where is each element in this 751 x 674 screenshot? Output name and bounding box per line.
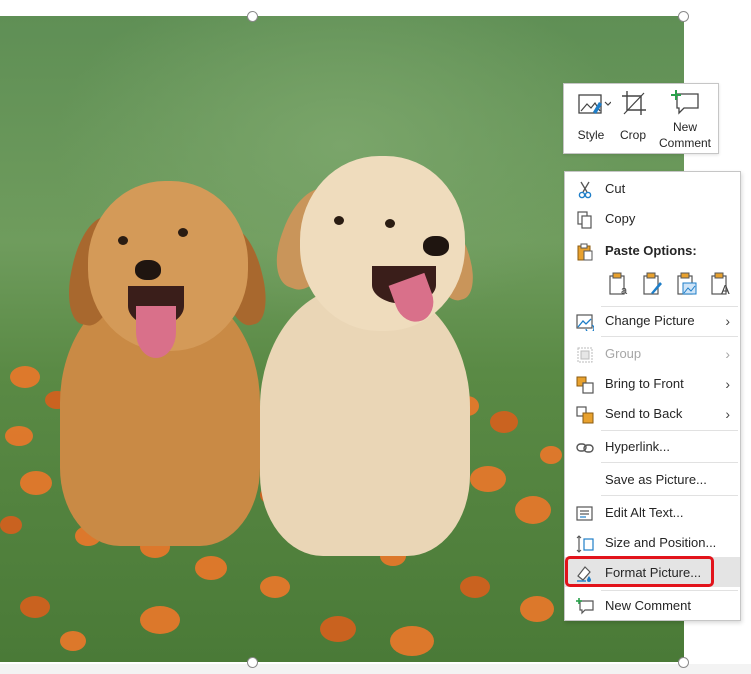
menu-label-copy: Copy [605, 211, 636, 226]
paste-keep-text-only-icon[interactable]: A [710, 272, 732, 296]
resize-handle-top[interactable] [247, 11, 258, 22]
chevron-right-icon: › [725, 376, 730, 392]
picture-style-icon [578, 94, 611, 114]
flower [260, 576, 290, 598]
menu-label-size-and-position: Size and Position... [605, 535, 717, 550]
menu-item-size-and-position[interactable]: Size and Position... [565, 529, 740, 557]
copy-icon [577, 211, 592, 229]
flower [540, 446, 562, 464]
new-comment-icon [671, 90, 699, 115]
flower [520, 596, 554, 622]
bring-to-front-icon [576, 376, 594, 394]
menu-item-group: Group › [565, 340, 740, 368]
left-puppy-tongue [136, 306, 176, 358]
send-to-back-icon [576, 406, 594, 424]
flower [195, 556, 227, 580]
flower [490, 411, 518, 433]
paste-use-destination-theme-icon[interactable]: a [608, 272, 630, 296]
mini-toolbar: Style Crop New Comment [563, 83, 719, 154]
chevron-right-icon: › [725, 346, 730, 362]
group-icon [577, 347, 593, 363]
new-comment-label-line1: New [672, 120, 697, 134]
menu-label-change-picture: Change Picture [605, 313, 695, 328]
menu-item-save-as-picture[interactable]: Save as Picture... [565, 466, 740, 494]
flower [60, 631, 86, 651]
style-button[interactable]: Style [568, 84, 614, 154]
flower [390, 626, 434, 656]
new-comment-icon [576, 598, 594, 615]
alt-text-icon [576, 506, 593, 521]
menu-label-group: Group [605, 346, 642, 361]
svg-text:A: A [721, 282, 730, 296]
flower [0, 516, 22, 534]
change-picture-icon [576, 314, 594, 331]
right-puppy-nose [423, 236, 449, 256]
left-puppy-eye [178, 228, 188, 237]
flower [515, 496, 551, 524]
menu-separator [601, 430, 738, 431]
size-position-icon [576, 535, 594, 553]
menu-label-cut: Cut [605, 181, 626, 196]
resize-handle-top-right[interactable] [678, 11, 689, 22]
menu-separator [601, 495, 738, 496]
menu-label-bring-to-front: Bring to Front [605, 376, 684, 391]
new-comment-label-line2: Comment [658, 136, 711, 150]
scissors-icon [578, 181, 592, 199]
menu-item-edit-alt-text[interactable]: Edit Alt Text... [565, 499, 740, 527]
style-label: Style [577, 128, 605, 142]
flower [460, 576, 490, 598]
menu-separator [601, 336, 738, 337]
right-puppy-eye [385, 219, 395, 228]
chevron-right-icon: › [725, 406, 730, 422]
menu-separator [601, 462, 738, 463]
menu-item-hyperlink[interactable]: Hyperlink... [565, 433, 740, 461]
context-menu: Cut Copy Paste Options: a A Change Pictu… [564, 171, 741, 621]
menu-label-send-to-back: Send to Back [605, 406, 683, 421]
menu-item-bring-to-front[interactable]: Bring to Front › [565, 370, 740, 398]
resize-handle-bottom-right[interactable] [678, 657, 689, 668]
flower [20, 596, 50, 618]
left-puppy-eye [118, 236, 128, 245]
crop-label: Crop [619, 128, 646, 142]
menu-label-edit-alt-text: Edit Alt Text... [605, 505, 684, 520]
annotation-highlight-box [565, 556, 714, 587]
svg-text:a: a [621, 285, 628, 296]
menu-label-new-comment: New Comment [605, 598, 691, 613]
paste-picture-icon[interactable] [676, 272, 698, 296]
flower [320, 616, 356, 642]
right-puppy-eye [334, 216, 344, 225]
menu-item-send-to-back[interactable]: Send to Back › [565, 400, 740, 428]
crop-icon [622, 91, 646, 115]
chevron-right-icon: › [725, 313, 730, 329]
paste-icon [577, 243, 593, 261]
menu-item-cut[interactable]: Cut [565, 175, 740, 203]
flower [20, 471, 52, 495]
flower [140, 606, 180, 634]
flower [10, 366, 40, 388]
menu-item-copy[interactable]: Copy [565, 205, 740, 233]
menu-label-hyperlink: Hyperlink... [605, 439, 671, 454]
resize-handle-bottom[interactable] [247, 657, 258, 668]
new-comment-button[interactable]: New Comment [654, 84, 716, 154]
menu-separator [601, 590, 738, 591]
menu-label-save-as-picture: Save as Picture... [605, 472, 707, 487]
crop-button[interactable]: Crop [614, 84, 652, 154]
menu-item-new-comment[interactable]: New Comment [565, 592, 740, 620]
flower [5, 426, 33, 446]
menu-item-change-picture[interactable]: Change Picture › [565, 307, 740, 335]
flower [470, 466, 506, 492]
paste-keep-source-formatting-icon[interactable] [642, 272, 664, 296]
left-puppy-nose [135, 260, 161, 280]
menu-label-paste-options: Paste Options: [605, 243, 697, 258]
link-icon [576, 443, 594, 453]
menu-item-paste-options: Paste Options: [565, 237, 740, 265]
